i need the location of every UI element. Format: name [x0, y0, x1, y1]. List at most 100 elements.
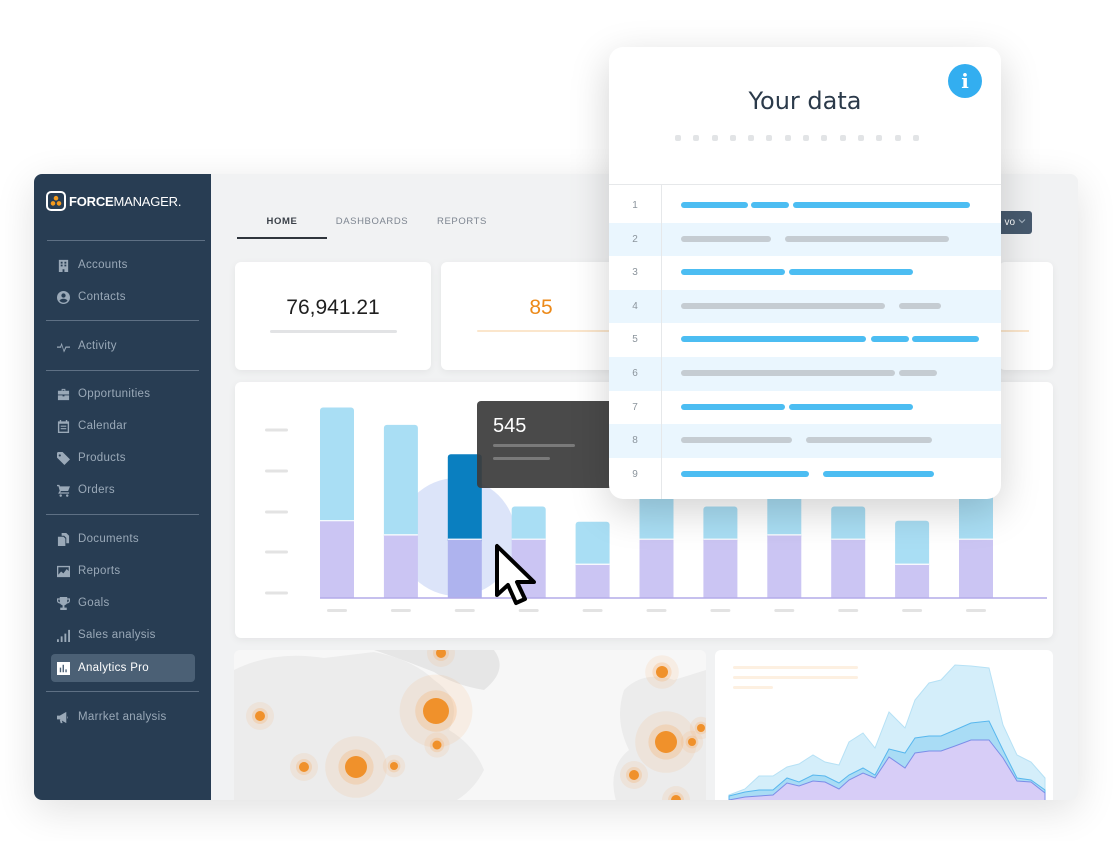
sidebar-item-reports[interactable]: Reports [51, 557, 195, 585]
bar-segment-lower [320, 520, 354, 598]
sidebar-item-goals[interactable]: Goals [51, 589, 195, 617]
data-row[interactable]: 6 [609, 357, 1001, 391]
map-dot[interactable] [688, 738, 696, 746]
sidebar-item-label: Activity [78, 340, 117, 352]
dropdown-label: vo [1004, 217, 1015, 228]
row-placeholder-text [681, 370, 895, 376]
row-number-gutter [661, 185, 662, 499]
map-dot[interactable] [697, 724, 705, 732]
tab-dashboards[interactable]: DASHBOARDS [327, 206, 417, 239]
row-placeholder-text [823, 470, 934, 477]
kpi-underline [477, 330, 612, 332]
x-tick-label [710, 609, 731, 612]
map-dot[interactable] [655, 731, 677, 753]
chevron-down-icon [1018, 217, 1026, 228]
sidebar-item-calendar[interactable]: Calendar [51, 412, 195, 440]
row-placeholder-text [912, 336, 979, 343]
sidebar-item-orders[interactable]: Orders [51, 476, 195, 504]
sidebar-item-market-analysis[interactable]: Marrket analysis [51, 703, 195, 731]
world-map[interactable] [234, 650, 706, 800]
sidebar-item-activity[interactable]: Activity [51, 332, 195, 360]
sidebar-item-sales-analysis[interactable]: Sales analysis [51, 621, 195, 649]
map-dot[interactable] [432, 740, 442, 750]
kpi-card-partial[interactable] [999, 262, 1053, 370]
panel-divider [609, 184, 1001, 185]
tab-reports[interactable]: REPORTS [417, 206, 507, 239]
data-row[interactable]: 4 [609, 289, 1001, 324]
map-dot[interactable] [423, 698, 449, 724]
y-tick-label [265, 428, 288, 432]
info-icon[interactable]: i [948, 64, 982, 98]
row-placeholder-text [681, 302, 885, 309]
legend-line [733, 686, 773, 689]
x-tick-label [774, 609, 795, 612]
kpi-underline [270, 330, 397, 333]
bar-segment-upper [639, 491, 674, 544]
mouse-pointer-icon [495, 544, 536, 605]
sidebar-item-label: Reports [78, 565, 121, 577]
y-tick-label [265, 591, 288, 595]
sidebar-item-contacts[interactable]: Contacts [51, 283, 195, 311]
sidebar-item-accounts[interactable]: Accounts [51, 251, 195, 279]
tag-icon [56, 451, 70, 465]
row-placeholder-text [871, 336, 909, 343]
tab-bar: HOME DASHBOARDS REPORTS [237, 206, 507, 239]
row-placeholder-text [789, 269, 913, 276]
user-circle-icon [56, 290, 70, 304]
data-row[interactable]: 1 [609, 189, 1001, 223]
map-dot[interactable] [255, 711, 265, 721]
analytics-icon [56, 661, 70, 675]
legend-line [733, 666, 858, 669]
map-dot[interactable] [345, 756, 367, 778]
data-row[interactable]: 9 [609, 458, 1001, 492]
sidebar-item-products[interactable]: Products [51, 444, 195, 472]
map-dot[interactable] [629, 770, 639, 780]
sidebar-divider [46, 514, 199, 515]
bar-segment-lower [575, 564, 610, 598]
map-dot[interactable] [656, 666, 668, 678]
forcemanager-logo[interactable]: FORCEMANAGER. [46, 191, 182, 211]
bar-segment-upper [320, 407, 354, 525]
x-tick-label [390, 609, 411, 612]
sidebar-item-label: Marrket analysis [78, 711, 167, 723]
row-placeholder-text [899, 302, 941, 309]
tab-home[interactable]: HOME [237, 206, 327, 239]
data-row[interactable]: 7 [609, 391, 1001, 425]
row-number: 4 [632, 300, 638, 312]
documents-icon [56, 532, 70, 546]
row-number: 3 [632, 267, 638, 279]
placeholder-dots [675, 135, 919, 141]
row-placeholder-text [681, 336, 866, 343]
bar-segment-lower [767, 534, 802, 598]
data-row[interactable]: 8 [609, 424, 1001, 458]
logo-text: FORCEMANAGER. [69, 193, 182, 209]
row-placeholder-text [793, 202, 970, 208]
row-number: 8 [632, 435, 638, 447]
map-dot[interactable] [299, 762, 309, 772]
sidebar-item-documents[interactable]: Documents [51, 525, 195, 553]
sidebar-divider [46, 691, 199, 692]
data-row[interactable]: 5 [609, 323, 1001, 357]
bar-segment-lower [639, 539, 674, 598]
data-row[interactable]: 2 [609, 222, 1001, 257]
map-dot[interactable] [390, 762, 398, 770]
y-tick-label [265, 550, 288, 554]
sidebar-item-label: Documents [78, 533, 139, 545]
row-placeholder-text [681, 202, 748, 208]
row-number: 5 [632, 334, 638, 346]
row-placeholder-text [681, 437, 792, 444]
sidebar-divider [47, 240, 205, 241]
sidebar-item-opportunities[interactable]: Opportunities [51, 380, 195, 408]
row-placeholder-text [681, 269, 785, 276]
logo-icon [46, 191, 66, 211]
x-tick-label [518, 609, 539, 612]
sidebar-item-label: Sales analysis [78, 629, 156, 641]
kpi-underline [999, 330, 1029, 332]
sidebar-item-analytics-pro[interactable]: Analytics Pro [51, 654, 195, 682]
row-number: 9 [632, 468, 638, 480]
tooltip-line [493, 444, 575, 447]
data-row[interactable]: 3 [609, 256, 1001, 290]
row-placeholder-text [899, 370, 937, 376]
kpi-card-total[interactable]: 76,941.21 [235, 262, 431, 370]
chart-tooltip: 545 [477, 401, 617, 488]
